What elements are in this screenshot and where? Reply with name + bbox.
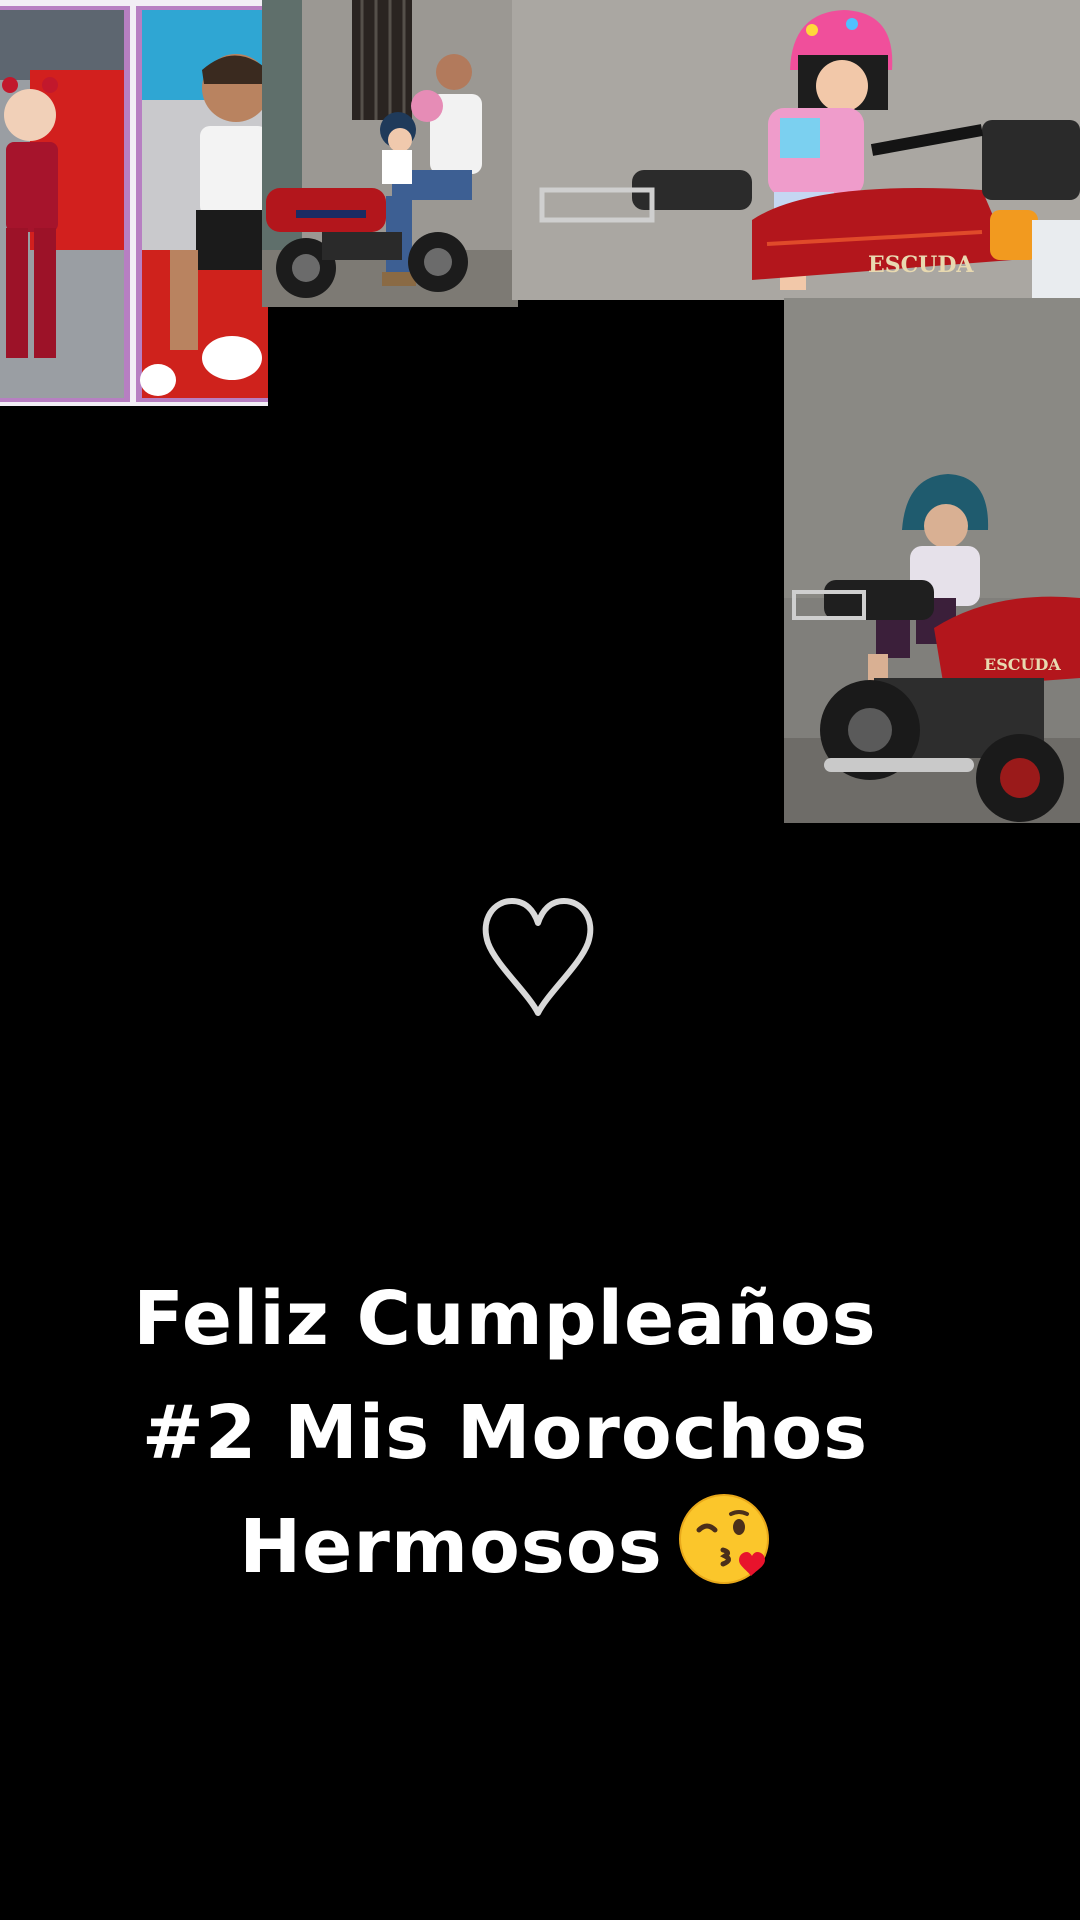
caption-line-1: Feliz Cumpleaños	[133, 1276, 877, 1362]
birthday-caption: Feliz Cumpleaños #2 Mis Morochos Hermoso…	[120, 1262, 890, 1604]
caption-line-2: #2 Mis Morochos	[141, 1390, 869, 1476]
kissing-face-with-heart-icon	[678, 1494, 769, 1584]
heart-outline-icon	[482, 895, 594, 1020]
svg-text:ESCUDA: ESCUDA	[984, 655, 1061, 674]
caption-line-3-text: Hermosos	[239, 1504, 663, 1590]
father-with-twins-on-motorcycle-photo	[262, 0, 518, 307]
boy-teal-helmet-motorcycle-photo: ESCUDA	[784, 298, 1080, 823]
caption-line-3: Hermosos	[120, 1490, 890, 1604]
svg-text:ESCUDA: ESCUDA	[868, 252, 974, 278]
twins-on-red-car-photo	[0, 0, 268, 406]
girl-pink-helmet-motorcycle-photo: ESCUDA	[512, 0, 1080, 300]
